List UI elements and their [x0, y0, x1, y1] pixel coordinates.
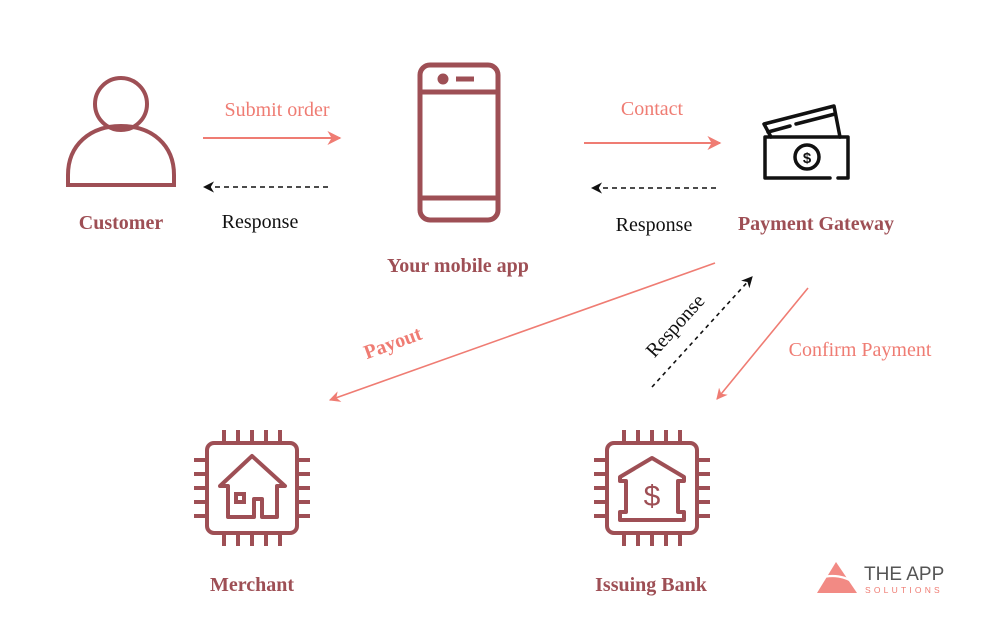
edge-submit-order: Submit order — [203, 99, 342, 145]
merchant-node: Merchant — [194, 430, 310, 596]
customer-node: Customer — [66, 76, 176, 234]
cash-cards-icon: $ — [762, 104, 850, 180]
edge-response-bank-gateway: Response — [642, 276, 753, 388]
logo-sub-text: SOLUTIONS — [865, 585, 943, 595]
payment-gateway-label: Payment Gateway — [738, 213, 894, 235]
customer-label: Customer — [79, 212, 164, 234]
chip-bank-icon: $ — [594, 430, 710, 546]
smartphone-icon — [417, 62, 501, 223]
payment-gateway-node: $ Payment Gateway — [738, 104, 894, 235]
diagram-canvas: Customer Your mobile app $ Payment Gatew… — [66, 62, 944, 596]
edge-contact: Contact — [584, 98, 722, 150]
logo-main-text: THE APP — [864, 564, 944, 585]
response-label-app-customer: Response — [222, 211, 299, 233]
logo-mark-icon — [817, 562, 857, 593]
the-app-solutions-logo: THE APP SOLUTIONS — [817, 562, 944, 595]
mobile-app-node: Your mobile app — [387, 62, 529, 277]
person-icon — [66, 76, 176, 187]
confirm-payment-label: Confirm Payment — [789, 339, 932, 361]
contact-label: Contact — [621, 98, 684, 120]
issuing-bank-node: $ Issuing Bank — [594, 430, 710, 596]
payout-label: Payout — [361, 323, 425, 364]
merchant-label: Merchant — [210, 574, 294, 596]
response-label-bank-gateway: Response — [642, 290, 710, 362]
svg-text:$: $ — [803, 150, 812, 167]
payment-flow-diagram: Customer Your mobile app $ Payment Gatew… — [0, 0, 1002, 622]
chip-house-icon — [194, 430, 310, 546]
response-label-gateway-app: Response — [616, 214, 693, 236]
svg-text:$: $ — [644, 480, 661, 513]
edge-confirm-payment: Confirm Payment — [716, 287, 932, 400]
mobile-app-label: Your mobile app — [387, 255, 529, 277]
edge-response-gateway-app: Response — [590, 182, 716, 236]
submit-order-label: Submit order — [225, 99, 330, 121]
issuing-bank-label: Issuing Bank — [595, 574, 708, 596]
edge-response-app-customer: Response — [202, 181, 328, 233]
